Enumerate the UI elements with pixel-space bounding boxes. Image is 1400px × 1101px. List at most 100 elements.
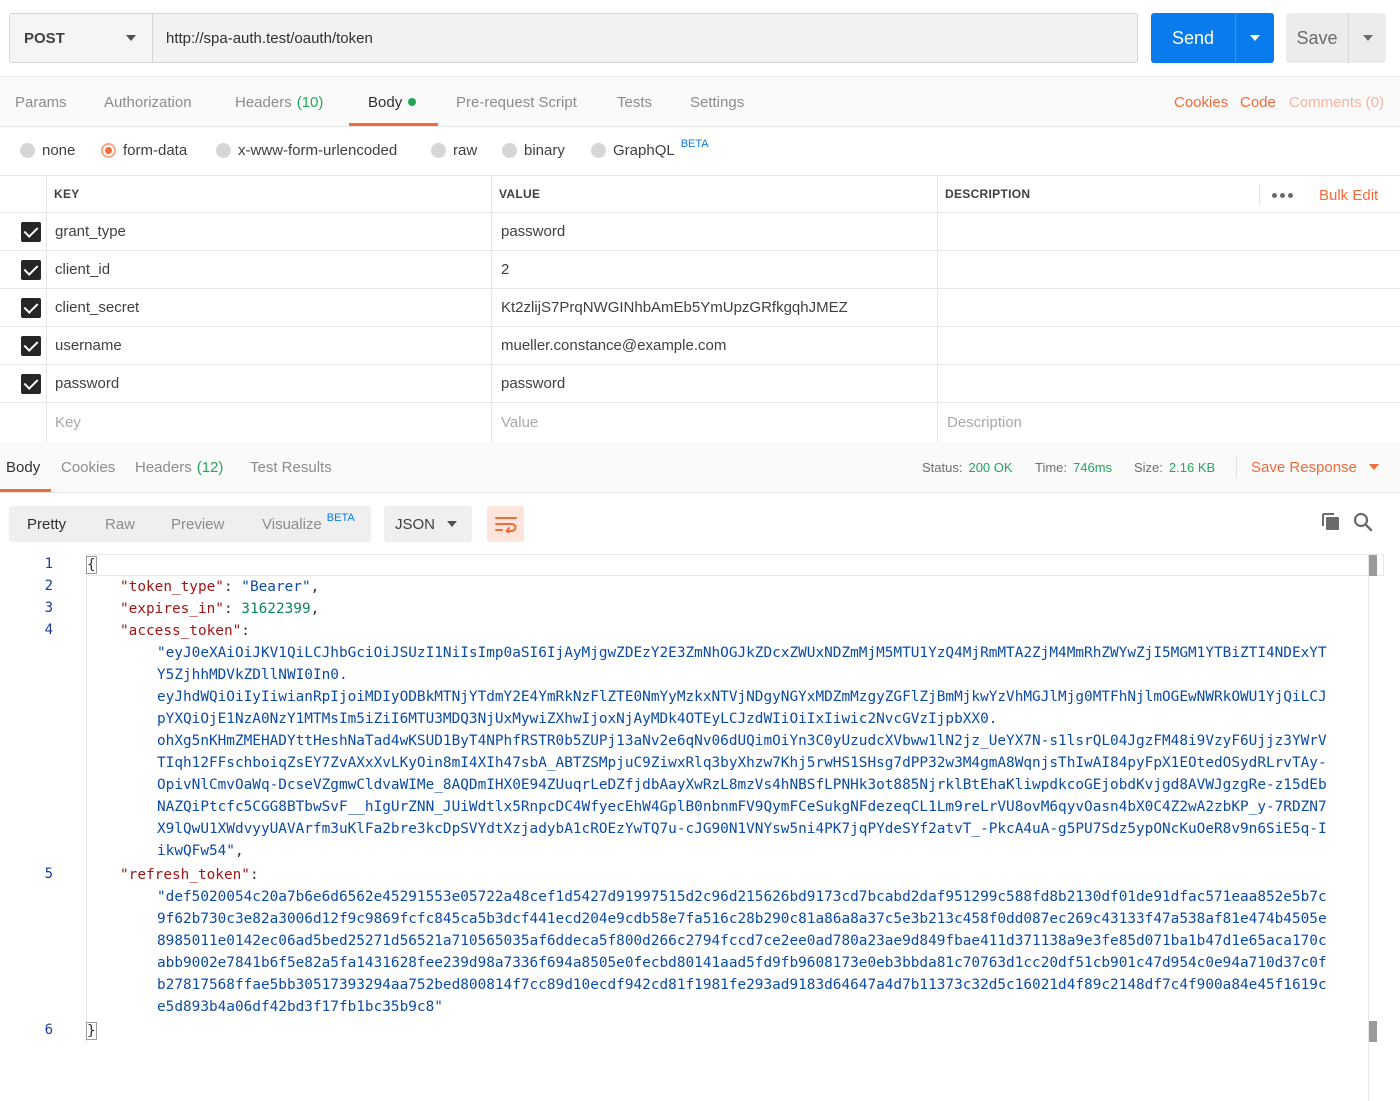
code-line: NAZQiPtcfc5CGG8BTbwSvF__hIgUrZNN_JUiWdtl… [157, 799, 1327, 815]
format-select[interactable]: JSON [384, 506, 472, 542]
response-tab-body[interactable]: Body [6, 442, 40, 492]
send-button[interactable]: Send [1151, 13, 1235, 63]
radio-graphql[interactable]: GraphQL BETA [591, 138, 709, 159]
new-description-input[interactable]: Description [947, 403, 1022, 441]
url-input[interactable]: http://spa-auth.test/oauth/token [152, 13, 1138, 63]
param-value[interactable]: password [501, 213, 565, 250]
search-icon[interactable] [1353, 512, 1373, 532]
param-key[interactable]: client_id [55, 251, 110, 288]
tab-settings[interactable]: Settings [690, 77, 744, 127]
table-row: client_id 2 [0, 251, 1400, 289]
radio-on-icon [101, 143, 116, 158]
method-select[interactable]: POST [9, 13, 152, 63]
wrap-lines-icon [494, 517, 517, 533]
view-visualize-button[interactable]: Visualize BETA [262, 506, 355, 542]
response-tab-headers[interactable]: Headers (12) [135, 442, 223, 492]
param-value[interactable]: mueller.constance@example.com [501, 327, 726, 364]
tab-body-label: Body [368, 93, 403, 111]
json-key: "access_token" [120, 623, 242, 639]
param-key[interactable]: password [55, 365, 119, 402]
new-value-input[interactable]: Value [501, 403, 538, 441]
checkbox-checked-icon[interactable] [21, 336, 41, 356]
bulk-edit-link[interactable]: Bulk Edit [1319, 176, 1378, 214]
radio-off-icon [20, 143, 35, 158]
json-key: "refresh_token" [120, 867, 250, 883]
save-response-button[interactable]: Save Response [1251, 442, 1379, 492]
tab-authorization[interactable]: Authorization [104, 77, 192, 127]
param-key[interactable]: client_secret [55, 289, 139, 326]
save-button[interactable]: Save [1286, 13, 1348, 63]
radio-raw[interactable]: raw [431, 142, 477, 159]
active-tab-underline [0, 489, 51, 492]
close-brace: } [86, 1022, 97, 1040]
checkbox-checked-icon[interactable] [21, 374, 41, 394]
chevron-down-icon [1250, 35, 1260, 41]
code-line: "token_type": "Bearer", [120, 579, 320, 595]
form-data-table: KEY VALUE DESCRIPTION Bulk Edit grant_ty… [0, 175, 1400, 441]
param-key[interactable]: grant_type [55, 213, 126, 250]
radio-binary-label: binary [524, 142, 565, 159]
radio-form-data[interactable]: form-data [101, 142, 187, 159]
code-link[interactable]: Code [1240, 77, 1276, 127]
comments-link[interactable]: Comments (0) [1289, 77, 1384, 127]
wrap-lines-button[interactable] [487, 506, 524, 542]
column-header-key: KEY [54, 187, 80, 201]
checkbox-checked-icon[interactable] [21, 222, 41, 242]
save-dropdown-button[interactable] [1348, 13, 1386, 63]
header-divider [1259, 184, 1260, 206]
method-label: POST [24, 29, 65, 47]
code-line: "access_token": [120, 623, 250, 639]
tab-params[interactable]: Params [15, 77, 67, 127]
response-tab-headers-label: Headers [135, 458, 192, 476]
code-line: "def5020054c20a7b6e6d6562e45291553e05722… [157, 889, 1327, 905]
editor-scrollbar-thumb[interactable] [1369, 555, 1377, 576]
tab-pre-request-script[interactable]: Pre-request Script [456, 77, 577, 127]
checkbox-checked-icon[interactable] [21, 298, 41, 318]
code-line: eyJhdWQiOiIyIiwianRpIjoiMDIyODBkMTNjYTdm… [157, 689, 1327, 705]
tab-body[interactable]: Body [368, 77, 417, 127]
code-line: abb9002e7841b6f5e82a5fa1431628fee239d98a… [157, 955, 1327, 971]
view-mode-group: Pretty Raw Preview Visualize BETA [9, 506, 371, 542]
save-button-group: Save [1286, 13, 1386, 63]
radio-none[interactable]: none [20, 142, 75, 159]
code-line: 8985011e0142ec06ad5bed25271d56521a710565… [157, 933, 1327, 949]
response-tab-test-results[interactable]: Test Results [250, 442, 332, 492]
code-line: 9f62b730c3e82a3006d12f9c9869fcfc845ca5b3… [157, 911, 1327, 927]
more-horizontal-icon[interactable] [1272, 176, 1293, 214]
size-readout: Size: 2.16 KB [1134, 442, 1215, 492]
checkbox-checked-icon[interactable] [21, 260, 41, 280]
new-key-input[interactable]: Key [55, 403, 81, 441]
tab-headers[interactable]: Headers (10) [235, 77, 323, 127]
status-label: Status: [922, 459, 963, 475]
copy-icon[interactable] [1321, 512, 1341, 532]
param-value[interactable]: password [501, 365, 565, 402]
param-value[interactable]: Kt2zlijS7PrqNWGINhbAmEb5YmUpzGRfkgqhJMEZ [501, 289, 848, 326]
line-number: 2 [44, 578, 53, 594]
code-line: pYXQiOjE1NzA0NzY1MTMsIm5iZiI6MTU3MDQ3NjU… [157, 711, 998, 727]
tab-tests[interactable]: Tests [617, 77, 652, 127]
json-value: "Bearer" [241, 579, 311, 595]
cookies-link[interactable]: Cookies [1174, 77, 1228, 127]
radio-off-icon [502, 143, 517, 158]
param-key[interactable]: username [55, 327, 122, 364]
param-value[interactable]: 2 [501, 251, 509, 288]
view-pretty-button[interactable]: Pretty [27, 506, 66, 542]
table-row-new: Key Value Description [0, 403, 1400, 441]
send-dropdown-button[interactable] [1235, 13, 1274, 63]
column-header-value: VALUE [499, 187, 541, 201]
radio-binary[interactable]: binary [502, 142, 565, 159]
line-number: 3 [44, 600, 53, 616]
divider [1236, 456, 1237, 478]
body-active-dot-icon [408, 98, 417, 106]
open-brace: { [86, 556, 97, 574]
radio-urlencoded[interactable]: x-www-form-urlencoded [216, 142, 397, 159]
radio-form-data-label: form-data [123, 142, 188, 159]
editor-scrollbar-thumb[interactable] [1369, 1021, 1377, 1042]
response-body-code[interactable]: { "token_type": "Bearer", "expires_in": … [86, 554, 1368, 1044]
view-preview-button[interactable]: Preview [171, 506, 224, 542]
save-response-label: Save Response [1251, 458, 1357, 476]
table-row: client_secret Kt2zlijS7PrqNWGINhbAmEb5Ym… [0, 289, 1400, 327]
view-raw-button[interactable]: Raw [105, 506, 135, 542]
radio-raw-label: raw [453, 142, 478, 159]
response-tab-cookies[interactable]: Cookies [61, 442, 115, 492]
